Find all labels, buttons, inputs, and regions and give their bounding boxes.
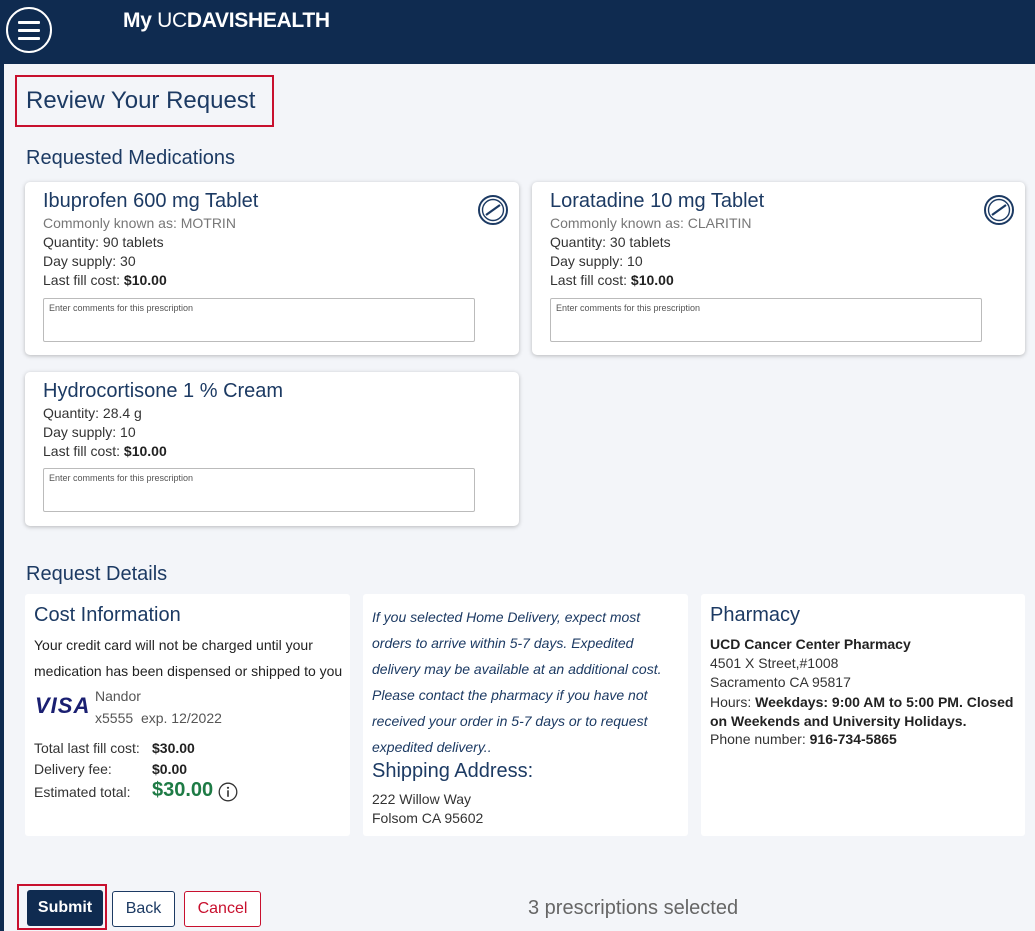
pharmacy-hours: Hours: Weekdays: 9:00 AM to 5:00 PM. Clo… (710, 694, 1014, 729)
hamburger-icon (18, 21, 40, 24)
pharmacy-name: UCD Cancer Center Pharmacy (710, 636, 911, 652)
prescription-comment-input[interactable] (43, 298, 475, 342)
request-details-heading: Request Details (26, 563, 168, 585)
prescription-comment-input[interactable] (43, 468, 475, 512)
pharmacy-address-line1: 4501 X Street,#1008 (710, 655, 839, 671)
requested-medications-heading: Requested Medications (26, 147, 236, 169)
medication-day-supply: Day supply: 10 (43, 424, 136, 440)
shipping-address-line2: Folsom CA 95602 (372, 810, 484, 826)
medication-card-ibuprofen: Ibuprofen 600 mg Tablet Commonly known a… (25, 182, 519, 355)
page-title: Review Your Request (15, 75, 274, 127)
pill-icon (984, 195, 1014, 225)
total-last-fill-label: Total last fill cost: (34, 740, 140, 756)
delivery-fee-value: $0.00 (152, 761, 188, 777)
cost-information-title: Cost Information (34, 604, 181, 626)
medication-last-fill-cost: Last fill cost: $10.00 (43, 443, 167, 459)
top-header-bar: My UCDAVISHEALTH (0, 0, 1035, 64)
medication-card-loratadine: Loratadine 10 mg Tablet Commonly known a… (532, 182, 1025, 355)
pharmacy-phone: Phone number: 916-734-5865 (710, 731, 897, 747)
medication-quantity: Quantity: 28.4 g (43, 405, 142, 421)
estimated-total-label: Estimated total: (34, 784, 131, 800)
total-last-fill-value: $30.00 (152, 740, 195, 756)
submit-button[interactable]: Submit (27, 890, 103, 926)
medication-last-fill-cost: Last fill cost: $10.00 (550, 272, 674, 288)
cancel-button[interactable]: Cancel (184, 891, 261, 927)
card-number-expiration: x5555 exp. 12/2022 (95, 710, 222, 726)
delivery-shipping-card: If you selected Home Delivery, expect mo… (363, 594, 688, 836)
medication-name: Ibuprofen 600 mg Tablet (43, 190, 259, 212)
pharmacy-title: Pharmacy (710, 604, 801, 626)
medication-card-hydrocortisone: Hydrocortisone 1 % Cream Quantity: 28.4 … (25, 372, 519, 526)
main-content: Review Your Request Requested Medication… (0, 64, 1035, 931)
medication-day-supply: Day supply: 30 (43, 253, 136, 269)
delivery-fee-label: Delivery fee: (34, 761, 112, 777)
prescriptions-selected-count: 3 prescriptions selected (528, 897, 739, 919)
credit-card-note: Your credit card will not be charged unt… (34, 637, 343, 679)
hamburger-menu-button[interactable] (6, 7, 52, 53)
medication-common-name: Commonly known as: CLARITIN (550, 215, 752, 231)
submit-highlight: Submit (17, 884, 107, 930)
pharmacy-card: Pharmacy UCD Cancer Center Pharmacy 4501… (701, 594, 1025, 836)
shipping-address-line1: 222 Willow Way (372, 791, 472, 807)
medication-common-name: Commonly known as: MOTRIN (43, 215, 236, 231)
medication-name: Hydrocortisone 1 % Cream (43, 380, 284, 402)
medication-day-supply: Day supply: 10 (550, 253, 643, 269)
medication-quantity: Quantity: 30 tablets (550, 234, 671, 250)
pharmacy-address-line2: Sacramento CA 95817 (710, 674, 851, 690)
home-delivery-note: If you selected Home Delivery, expect mo… (372, 609, 662, 755)
visa-logo: VISA (35, 693, 91, 718)
medication-last-fill-cost: Last fill cost: $10.00 (43, 272, 167, 288)
prescription-comment-input[interactable] (550, 298, 982, 342)
pill-icon (478, 195, 508, 225)
medication-quantity: Quantity: 90 tablets (43, 234, 164, 250)
estimated-total-value: $30.00 (152, 779, 214, 801)
card-holder-name: Nandor (95, 688, 141, 704)
mychart-logo[interactable]: My UCDAVISHEALTH (123, 9, 330, 33)
info-icon[interactable] (218, 782, 238, 802)
shipping-address-title: Shipping Address: (372, 760, 534, 782)
left-edge-accent (0, 64, 4, 931)
back-button[interactable]: Back (112, 891, 175, 927)
medication-name: Loratadine 10 mg Tablet (550, 190, 765, 212)
cost-information-card: Cost Information Your credit card will n… (25, 594, 350, 836)
